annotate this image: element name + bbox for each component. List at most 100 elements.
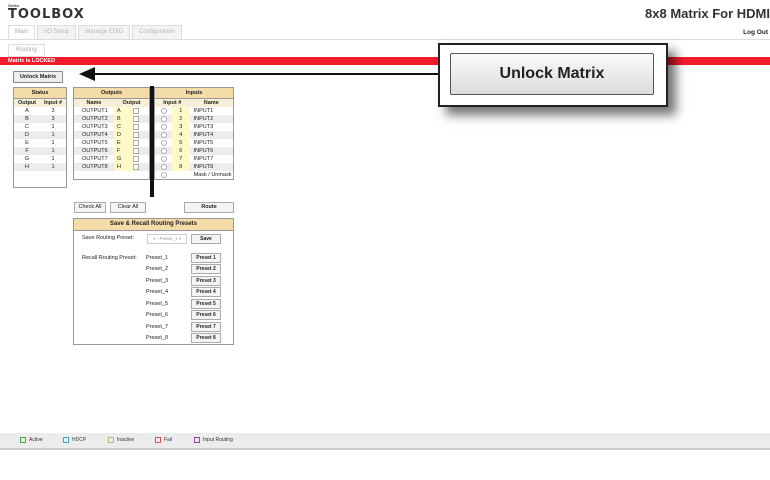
main-tabs: Main I/O Setup Manage EDID Configuration [8, 25, 182, 39]
table-row: OUTPUT1 A [74, 107, 150, 115]
legend-swatch [20, 437, 26, 443]
table-row: F1 [13, 147, 67, 155]
output-name: OUTPUT2 [73, 115, 114, 123]
recall-preset-1-button[interactable]: Preset 1 [191, 253, 221, 263]
legend-item: Input Routing [194, 437, 233, 443]
table-row: OUTPUT5 E [74, 139, 150, 147]
recall-preset-3-button[interactable]: Preset 3 [191, 276, 221, 286]
tab-configuration[interactable]: Configuration [132, 25, 182, 39]
output-checkbox[interactable] [132, 131, 139, 138]
status-output: F [13, 147, 40, 155]
status-output: D [13, 131, 40, 139]
tab-io-setup[interactable]: I/O Setup [37, 25, 77, 39]
clear-all-button[interactable]: Clear All [110, 202, 146, 213]
input-radio[interactable] [160, 107, 167, 114]
outputs-title: Outputs [73, 87, 150, 99]
check-all-button[interactable]: Check All [74, 202, 106, 213]
output-name: OUTPUT3 [82, 124, 108, 130]
input-radio[interactable] [160, 155, 167, 162]
preset-name: Preset_5 [146, 301, 169, 307]
output-checkbox[interactable] [132, 123, 139, 130]
output-name: OUTPUT7 [82, 156, 108, 162]
preset-name: Preset_1 [146, 255, 169, 261]
recall-preset-label: Recall Routing Preset: [82, 255, 137, 261]
mask-unmask-label: Mask / Unmask [193, 172, 232, 178]
status-output: G [13, 155, 40, 163]
table-row: Mask / Unmask [155, 171, 234, 180]
status-col-output: Output [13, 98, 40, 107]
input-number: 3 [172, 123, 190, 131]
table-row: H1 [13, 163, 67, 171]
recall-preset-6-button[interactable]: Preset 6 [191, 310, 221, 320]
output-checkbox[interactable] [132, 147, 139, 154]
preset-name: Preset_7 [146, 324, 169, 330]
output-letter: E [114, 139, 133, 147]
status-output: H [13, 163, 40, 171]
legend-swatch [108, 437, 114, 443]
output-letter: A [114, 107, 133, 115]
brand-name: TOOLBOX [8, 7, 85, 22]
output-checkbox[interactable] [132, 107, 139, 114]
output-letter: G [114, 155, 133, 163]
table-row: 2 INPUT2 [154, 115, 234, 123]
outputs-col-output: Output [114, 98, 150, 107]
table-row: OUTPUT3 C [74, 123, 150, 131]
status-input: 1 [40, 131, 67, 139]
output-checkbox[interactable] [132, 115, 139, 122]
recall-preset-4-button[interactable]: Preset 4 [191, 287, 221, 297]
input-radio[interactable] [160, 163, 167, 170]
inputs-col-name: Name [189, 98, 234, 107]
output-checkbox[interactable] [132, 155, 139, 162]
legend-swatch [194, 437, 200, 443]
recall-preset-2-button[interactable]: Preset 2 [191, 264, 221, 274]
status-input: 1 [40, 147, 67, 155]
input-number: 2 [172, 115, 190, 123]
status-input: 1 [40, 155, 67, 163]
legend-item: HDCP [63, 437, 86, 443]
save-preset-button[interactable]: Save [191, 234, 221, 244]
status-legend: Active HDCP Inactive Fail Input Routing [0, 433, 770, 450]
input-name: INPUT7 [193, 156, 214, 162]
output-checkbox[interactable] [132, 163, 139, 170]
output-name: OUTPUT4 [73, 131, 114, 139]
mask-radio[interactable] [160, 171, 167, 178]
input-radio[interactable] [160, 147, 167, 154]
legend-item: Inactive [108, 437, 134, 443]
recall-preset-8-button[interactable]: Preset 8 [191, 333, 221, 343]
table-row: OUTPUT6 F [73, 147, 150, 155]
output-checkbox[interactable] [132, 139, 139, 146]
output-name: OUTPUT8 [73, 163, 114, 171]
input-radio[interactable] [160, 131, 167, 138]
legend-label: Active [29, 437, 43, 443]
recall-preset-7-button[interactable]: Preset 7 [191, 322, 221, 332]
input-radio[interactable] [160, 123, 167, 130]
status-output: E [13, 139, 40, 147]
subtab-routing[interactable]: Routing [8, 44, 45, 57]
preset-name: Preset_6 [146, 312, 169, 318]
status-input: 1 [40, 123, 67, 131]
unlock-matrix-button[interactable]: Unlock Matrix [13, 71, 63, 83]
logout-link[interactable]: Log Out [743, 29, 768, 36]
legend-item: Fail [155, 437, 172, 443]
input-radio[interactable] [160, 115, 167, 122]
table-row: 6 INPUT6 [154, 147, 234, 155]
save-preset-select-value: 1 - Preset_1 [152, 236, 178, 241]
input-radio[interactable] [160, 139, 167, 146]
input-name: INPUT5 [193, 140, 214, 146]
presets-panel: Save & Recall Routing Presets Save Routi… [73, 218, 234, 345]
output-letter: F [114, 147, 133, 155]
route-button[interactable]: Route [184, 202, 234, 213]
input-number: 1 [172, 107, 190, 115]
table-row: OUTPUT2 B [73, 115, 150, 123]
status-output: B [13, 115, 40, 123]
output-name: OUTPUT5 [82, 140, 108, 146]
output-name: OUTPUT1 [82, 108, 108, 114]
presets-title: Save & Recall Routing Presets [74, 219, 233, 231]
tab-manage-edid[interactable]: Manage EDID [78, 25, 131, 39]
status-title: Status [13, 87, 67, 99]
sub-tabs: Routing [8, 44, 45, 57]
save-preset-select[interactable]: 1 - Preset_1 ▾ [147, 234, 187, 244]
recall-preset-5-button[interactable]: Preset 5 [191, 299, 221, 309]
tab-main[interactable]: Main [8, 25, 36, 39]
table-row: E1 [13, 139, 67, 147]
